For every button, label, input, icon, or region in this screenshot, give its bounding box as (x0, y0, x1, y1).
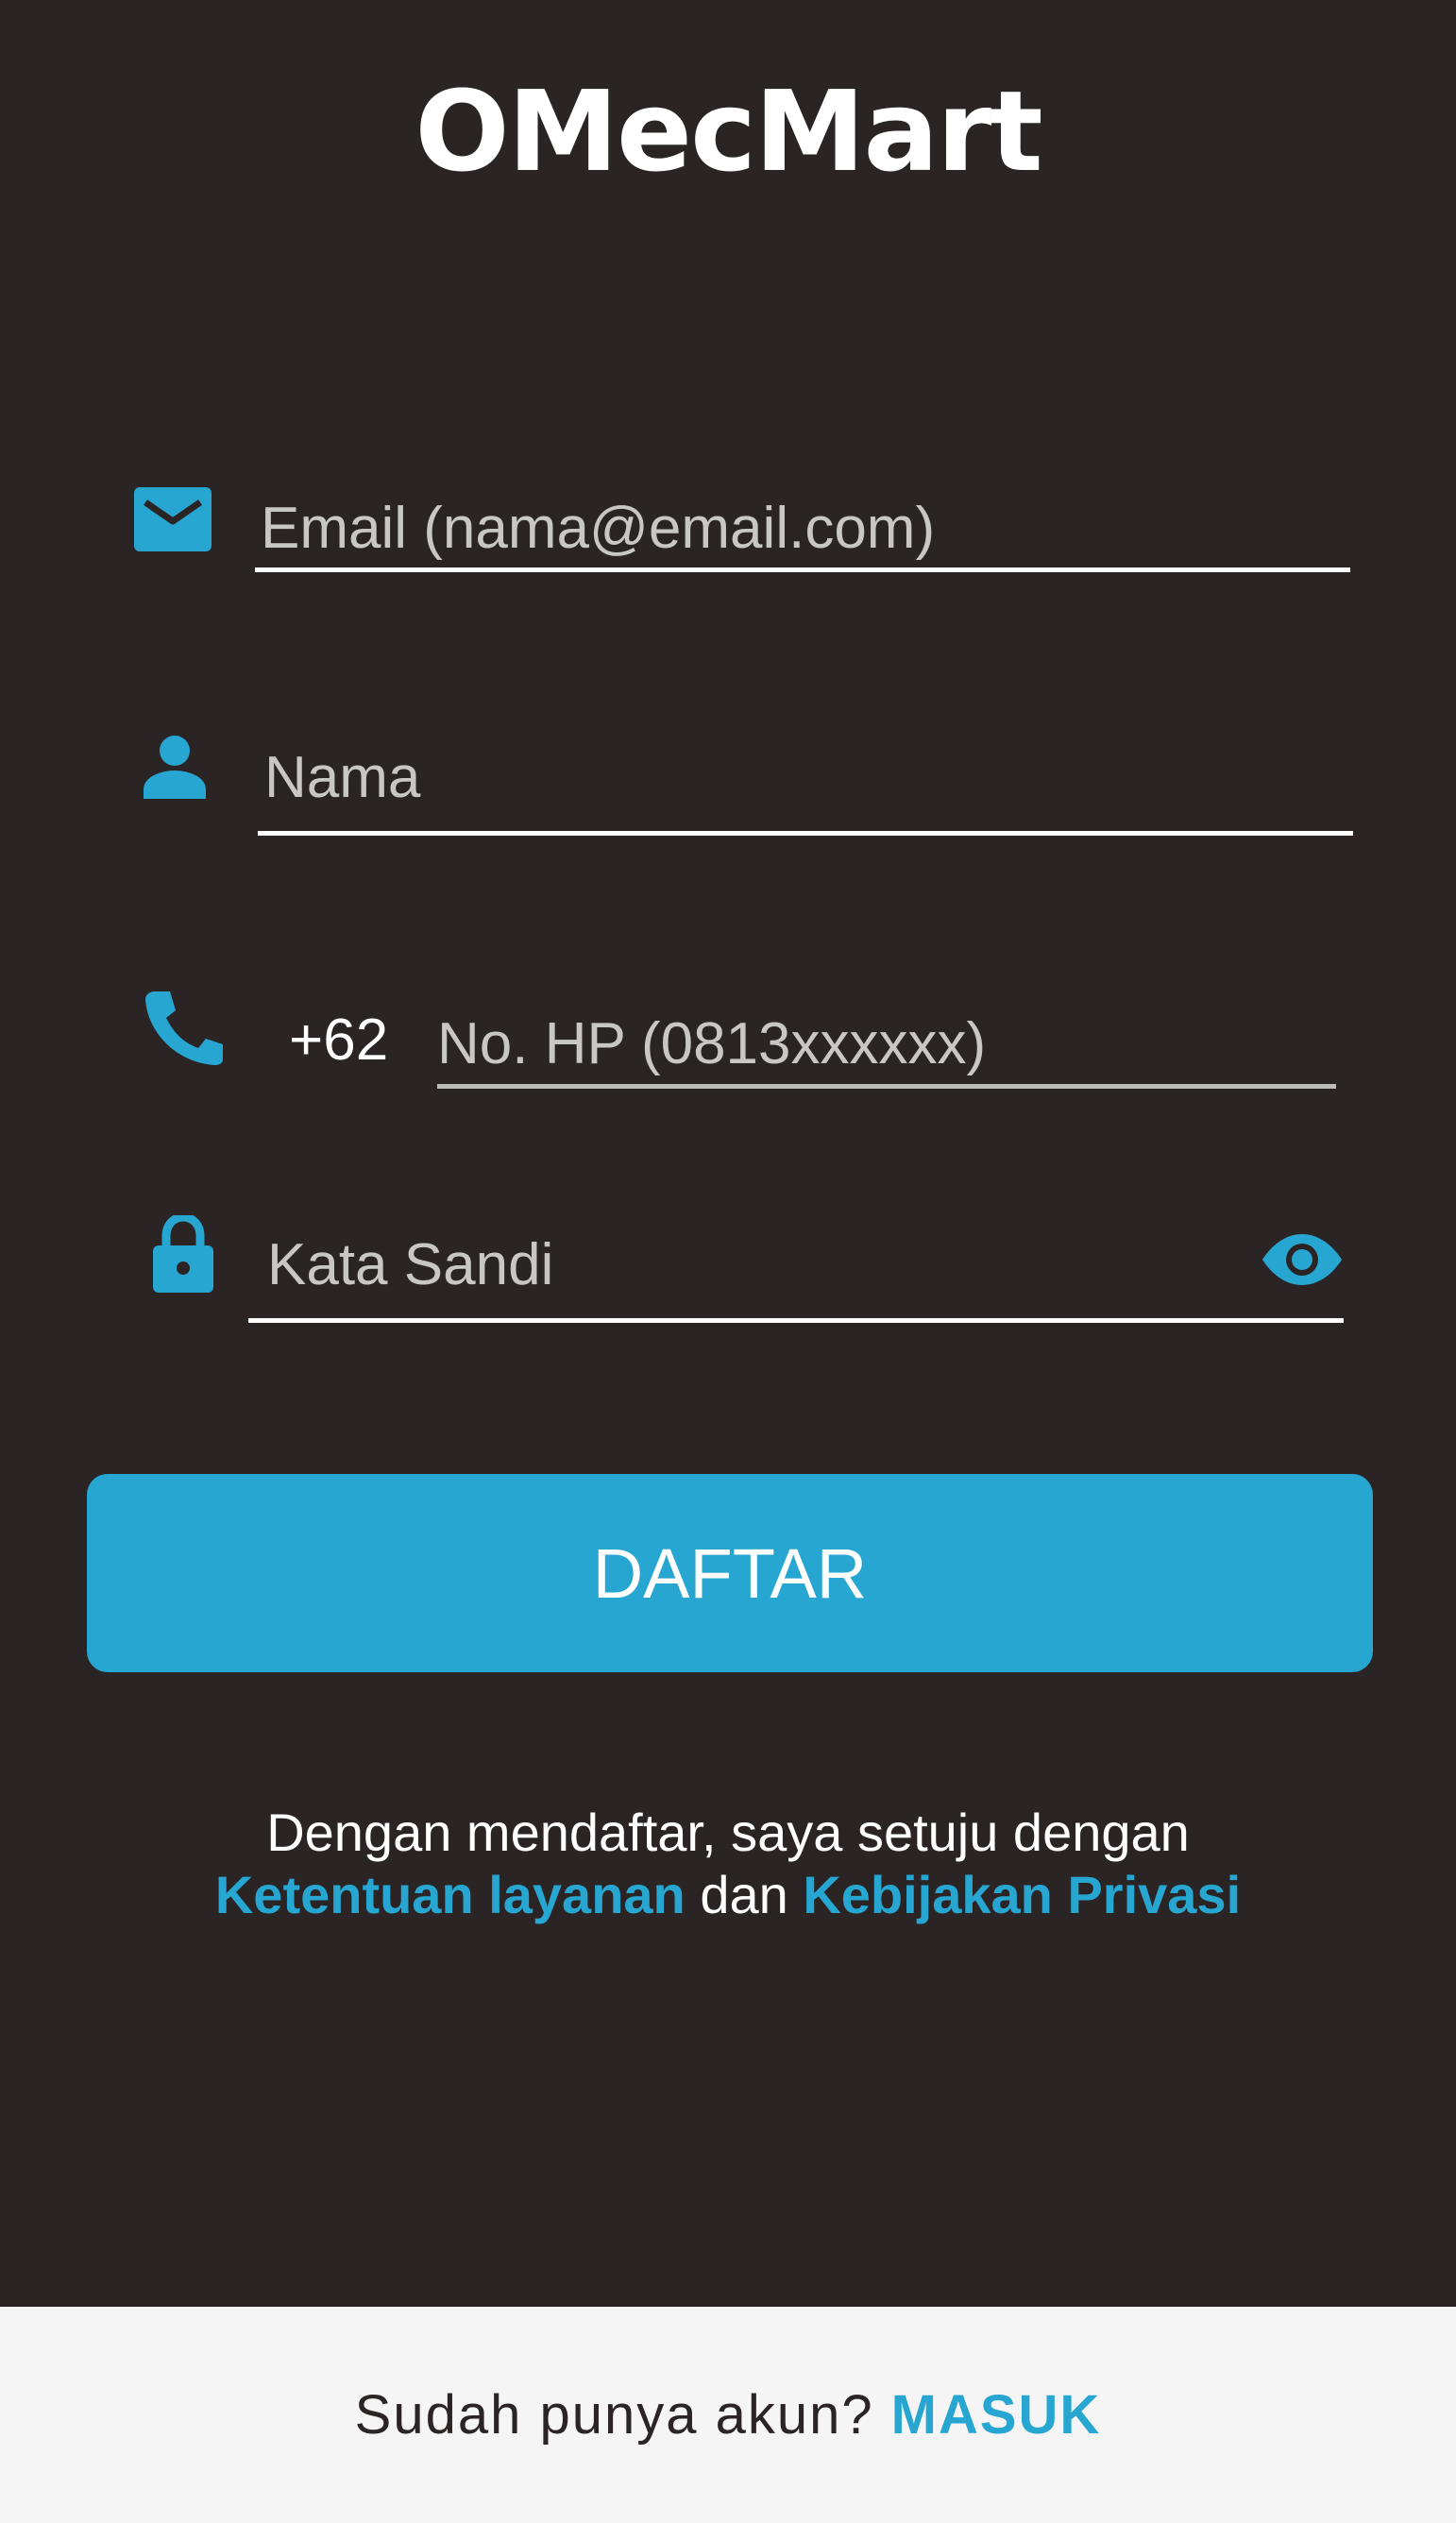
email-field-underline (255, 567, 1350, 572)
terms-line2: Ketentuan layanan dan Kebijakan Privasi (0, 1864, 1456, 1926)
login-prompt: Sudah punya akun? (354, 2384, 874, 2446)
mail-icon (134, 487, 212, 551)
terms-line1: Dengan mendaftar, saya setuju dengan (266, 1803, 1190, 1862)
privacy-policy-link[interactable]: Kebijakan Privasi (803, 1865, 1241, 1924)
email-field[interactable]: Email (nama@email.com) (261, 495, 935, 562)
lock-icon (153, 1215, 213, 1293)
terms-of-service-link[interactable]: Ketentuan layanan (215, 1865, 686, 1924)
phone-field-underline (437, 1084, 1336, 1089)
register-button-label: DAFTAR (592, 1533, 868, 1613)
login-footer: Sudah punya akun? MASUK (0, 2307, 1456, 2523)
register-screen: OMecMart Email (nama@email.com) Nama +62… (0, 0, 1456, 2523)
name-field[interactable]: Nama (264, 744, 420, 811)
app-logo: OMecMart (415, 66, 1042, 196)
person-icon (142, 735, 208, 799)
name-field-underline (258, 831, 1353, 836)
eye-icon[interactable] (1261, 1232, 1344, 1287)
terms-and-text: dan (700, 1865, 788, 1924)
login-link[interactable]: MASUK (891, 2383, 1102, 2447)
phone-field[interactable]: No. HP (0813xxxxxx) (437, 1010, 986, 1077)
register-button[interactable]: DAFTAR (87, 1474, 1373, 1672)
password-field[interactable]: Kata Sandi (267, 1231, 553, 1298)
phone-country-code: +62 (289, 1008, 389, 1073)
phone-icon (142, 990, 225, 1065)
password-field-underline (248, 1318, 1344, 1323)
terms-text: Dengan mendaftar, saya setuju dengan Ket… (0, 1802, 1456, 1926)
